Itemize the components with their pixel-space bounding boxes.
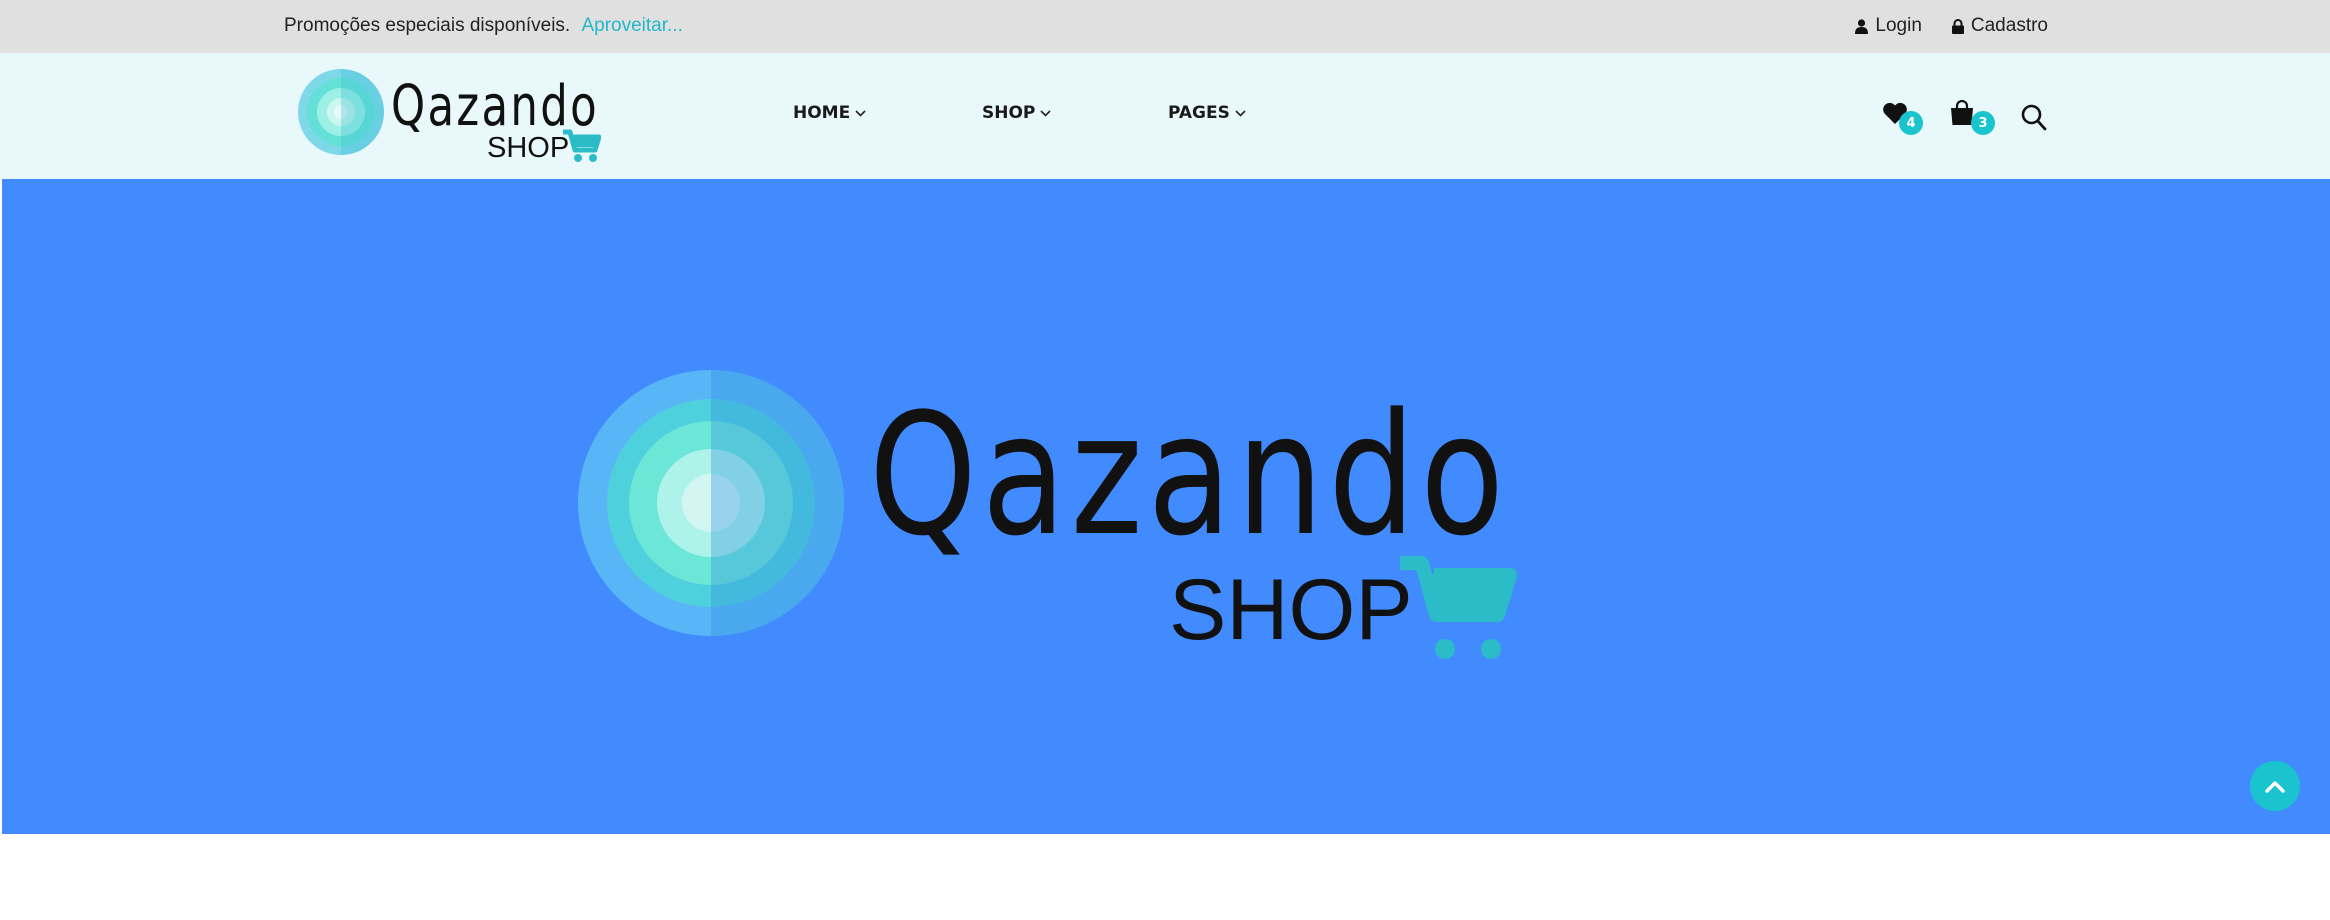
chevron-down-icon [855, 109, 866, 117]
user-icon [1855, 18, 1869, 34]
logo-mark-icon [578, 370, 844, 636]
cart-logo-icon [1400, 556, 1517, 659]
search-button[interactable] [2021, 104, 2047, 132]
chevron-up-icon [2265, 780, 2285, 793]
logo-mark-icon [298, 69, 384, 155]
promo-link[interactable]: Aproveitar... [581, 15, 682, 36]
lock-icon [1951, 18, 1964, 34]
login-label: Login [1875, 15, 1922, 36]
nav-item-shop[interactable]: SHOP [982, 103, 1051, 123]
site-header: Qazando SHOP HOME SHOP PAGES 4 3 [0, 53, 2330, 179]
top-bar: Promoções especiais disponíveis. Aprovei… [0, 0, 2330, 53]
search-icon [2021, 104, 2047, 131]
login-link[interactable]: Login [1855, 15, 1922, 37]
scroll-to-top-button[interactable] [2250, 761, 2300, 811]
chevron-down-icon [1235, 109, 1246, 117]
logo-wordmark: Qazando [391, 74, 599, 139]
nav-item-home[interactable]: HOME [793, 103, 866, 123]
nav-pages-label: PAGES [1168, 103, 1230, 123]
hero-logo: Qazando SHOP [578, 370, 1517, 659]
register-label: Cadastro [1970, 15, 2048, 36]
cart-button[interactable]: 3 [1950, 100, 2000, 136]
nav-home-label: HOME [793, 103, 851, 123]
logo-sub: SHOP [487, 132, 569, 164]
auth-links: Login Cadastro [1855, 15, 2048, 37]
hero-banner: Qazando SHOP [2, 179, 2330, 834]
promo-text: Promoções especiais disponíveis. [284, 15, 571, 36]
cart-count-badge: 3 [1971, 111, 1995, 135]
nav-item-pages[interactable]: PAGES [1168, 103, 1246, 123]
promo-text-block: Promoções especiais disponíveis. Aprovei… [284, 15, 683, 37]
hero-logo-sub: SHOP [1169, 562, 1413, 658]
header-logo[interactable]: Qazando SHOP [297, 69, 601, 165]
register-link[interactable]: Cadastro [1951, 15, 2048, 37]
chevron-down-icon [1040, 109, 1051, 117]
wishlist-button[interactable]: 4 [1882, 102, 1930, 136]
hero-wordmark: Qazando [869, 377, 1509, 573]
nav-shop-label: SHOP [982, 103, 1036, 123]
wishlist-count-badge: 4 [1899, 111, 1923, 135]
